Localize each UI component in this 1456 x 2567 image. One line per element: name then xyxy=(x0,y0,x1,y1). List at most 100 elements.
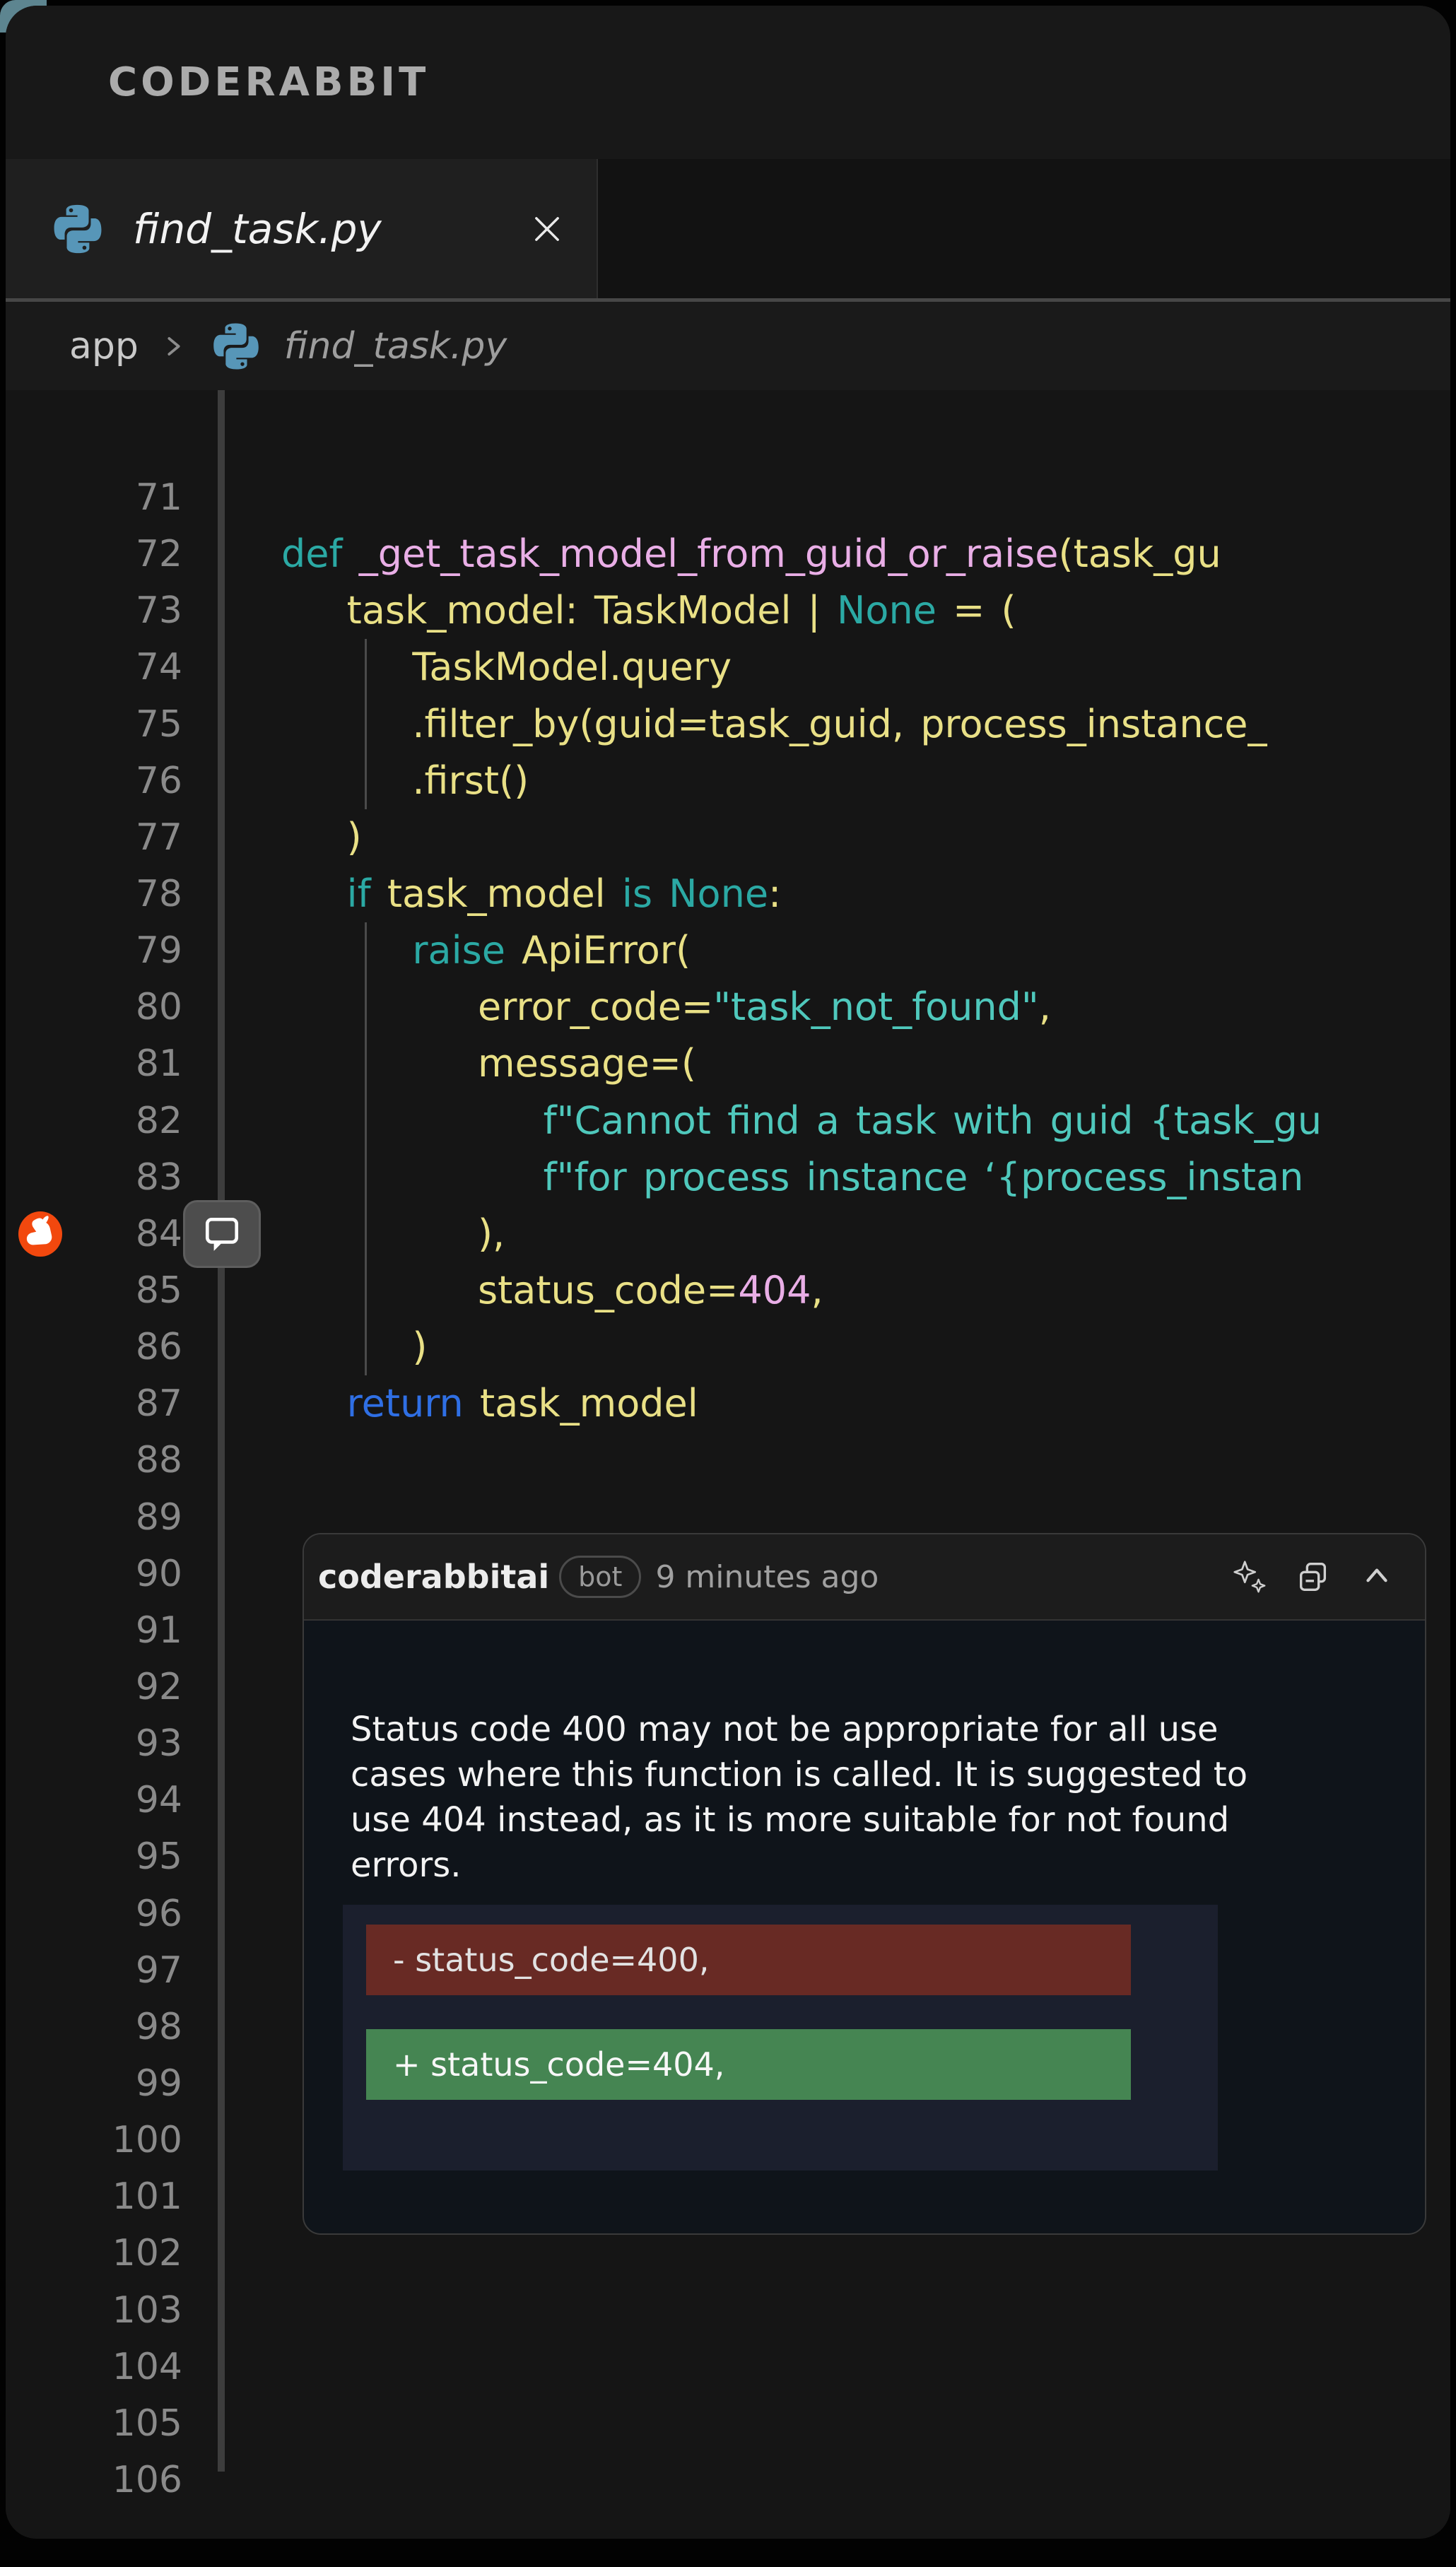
speech-bubble-icon xyxy=(201,1214,242,1255)
line-number: 89 xyxy=(6,1489,182,1546)
code-line[interactable] xyxy=(281,2339,1450,2395)
code-token: ApiError( xyxy=(505,928,691,973)
code-token: "task_not_found" xyxy=(713,985,1039,1029)
comment-author[interactable]: coderabbitai xyxy=(318,1558,549,1596)
sparkles-icon[interactable] xyxy=(1230,1557,1269,1597)
line-number: 105 xyxy=(6,2395,182,2452)
indent-guide xyxy=(365,922,367,1375)
line-number: 93 xyxy=(6,1715,182,1772)
line-number: 99 xyxy=(6,2055,182,2112)
code-line[interactable]: error_code="task_not_found", xyxy=(281,979,1450,1035)
code-line[interactable]: status_code=404, xyxy=(281,1262,1450,1319)
line-number: 80 xyxy=(6,979,182,1035)
code-token: None xyxy=(669,871,768,916)
code-token xyxy=(281,1155,544,1199)
code-token: if xyxy=(347,871,371,916)
collapse-chevron-up-icon[interactable] xyxy=(1357,1557,1397,1597)
line-number: 106 xyxy=(6,2452,182,2508)
comment-header: coderabbitai bot 9 minutes ago xyxy=(304,1534,1425,1621)
line-number: 79 xyxy=(6,922,182,979)
code-token: return xyxy=(347,1381,464,1426)
line-number: 73 xyxy=(6,582,182,639)
code-line[interactable]: raise ApiError( xyxy=(281,922,1450,979)
line-number: 82 xyxy=(6,1093,182,1149)
code-token: f"Cannot find a task with guid {task_gu xyxy=(544,1098,1322,1143)
code-line[interactable] xyxy=(281,2282,1450,2339)
code-editor: 7172737475767778798081828384858687888990… xyxy=(6,390,1450,2539)
line-number: 104 xyxy=(6,2339,182,2395)
review-comment-card: coderabbitai bot 9 minutes ago xyxy=(303,1533,1426,2235)
line-number: 96 xyxy=(6,1886,182,1942)
code-line[interactable]: ), xyxy=(281,1206,1450,1262)
tab-find-task[interactable]: find_task.py xyxy=(6,159,598,298)
comment-body-text: Status code 400 may not be appropriate f… xyxy=(351,1707,1375,1888)
code-line[interactable]: ) xyxy=(281,809,1450,866)
code-token: _get_task_model_from_guid_or_raise xyxy=(359,531,1059,576)
title-bar: CODERABBIT xyxy=(6,6,1450,159)
python-icon xyxy=(49,201,106,257)
code-token: ) xyxy=(281,815,362,859)
code-line[interactable]: if task_model is None: xyxy=(281,866,1450,922)
code-token xyxy=(281,1381,347,1426)
line-number: 103 xyxy=(6,2282,182,2339)
code-token: TaskModel.query xyxy=(281,645,732,689)
coderabbit-window: CODERABBIT find_task.py xyxy=(6,6,1450,2539)
code-line[interactable]: ) xyxy=(281,1319,1450,1375)
line-number: 98 xyxy=(6,1999,182,2055)
breadcrumb: app find_task.py xyxy=(6,302,1450,390)
code-line[interactable]: TaskModel.query xyxy=(281,639,1450,695)
line-number: 76 xyxy=(6,753,182,809)
coderabbit-rabbit-icon[interactable] xyxy=(17,1211,64,1257)
code-line[interactable]: f"for process instance ‘{process_instan xyxy=(281,1149,1450,1206)
code-line[interactable]: def _get_task_model_from_guid_or_raise(t… xyxy=(281,526,1450,582)
code-token: , xyxy=(1039,985,1051,1029)
line-number: 83 xyxy=(6,1149,182,1206)
code-line[interactable]: return task_model xyxy=(281,1375,1450,1432)
copy-icon[interactable] xyxy=(1293,1557,1333,1597)
code-token: is xyxy=(622,871,652,916)
code-token xyxy=(281,1098,544,1143)
code-line[interactable]: .first() xyxy=(281,753,1450,809)
line-number: 92 xyxy=(6,1659,182,1715)
code-line[interactable] xyxy=(281,469,1450,526)
code-line[interactable] xyxy=(281,2452,1450,2508)
line-number: 90 xyxy=(6,1546,182,1602)
screenshot-stage: CODERABBIT find_task.py xyxy=(0,0,1456,2567)
code-line[interactable]: task_model: TaskModel | None = ( xyxy=(281,582,1450,639)
code-token: : xyxy=(768,871,781,916)
code-token: , xyxy=(811,1268,823,1312)
line-number: 75 xyxy=(6,696,182,753)
line-number: 85 xyxy=(6,1262,182,1319)
python-icon xyxy=(209,319,263,373)
code-line[interactable]: f"Cannot find a task with guid {task_gu xyxy=(281,1093,1450,1149)
code-token xyxy=(652,871,669,916)
line-number: 86 xyxy=(6,1319,182,1375)
breadcrumb-folder[interactable]: app xyxy=(69,325,139,368)
code-line[interactable] xyxy=(281,1432,1450,1488)
close-icon[interactable] xyxy=(529,211,565,247)
code-token: None xyxy=(837,588,937,633)
line-number: 91 xyxy=(6,1602,182,1659)
comment-body: Status code 400 may not be appropriate f… xyxy=(304,1707,1425,2171)
line-number: 97 xyxy=(6,1942,182,1999)
bot-badge: bot xyxy=(559,1556,641,1598)
code-token xyxy=(281,871,347,916)
comment-toggle-button[interactable] xyxy=(183,1200,261,1268)
code-line[interactable]: .filter_by(guid=task_guid, process_insta… xyxy=(281,696,1450,753)
code-token: .first() xyxy=(281,758,529,803)
line-number: 87 xyxy=(6,1375,182,1432)
code-token: error_code= xyxy=(281,985,713,1029)
suggested-diff-block: - status_code=400, + status_code=404, xyxy=(343,1905,1218,2171)
code-token: status_code= xyxy=(281,1268,738,1312)
breadcrumb-file[interactable]: find_task.py xyxy=(284,325,507,368)
code-line[interactable]: message=( xyxy=(281,1035,1450,1092)
line-number: 72 xyxy=(6,526,182,582)
code-token: (task_gu xyxy=(1059,531,1221,576)
code-token: f"for process instance ‘{process_instan xyxy=(544,1155,1304,1199)
line-number: 71 xyxy=(6,469,182,526)
code-token: ) xyxy=(281,1324,427,1369)
line-number: 101 xyxy=(6,2168,182,2225)
code-token: task_model xyxy=(371,871,622,916)
line-number: 77 xyxy=(6,809,182,866)
code-line[interactable] xyxy=(281,2395,1450,2452)
